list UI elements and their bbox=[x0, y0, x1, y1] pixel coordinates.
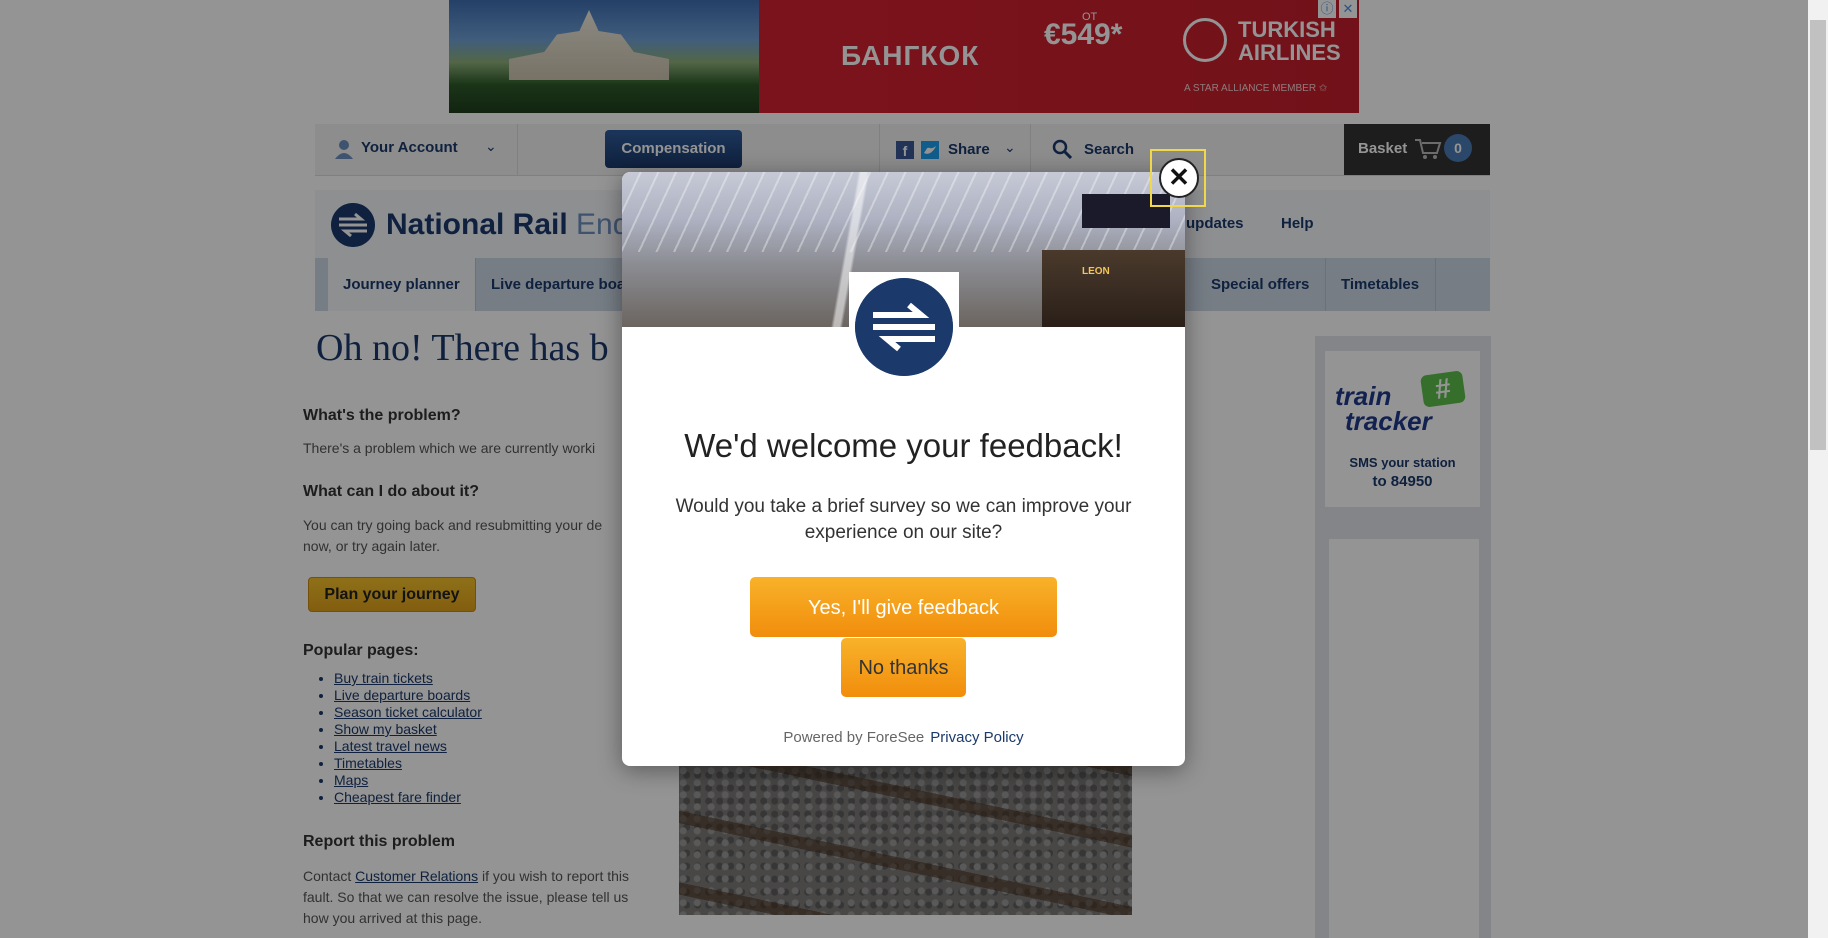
give-feedback-button[interactable]: Yes, I'll give feedback bbox=[750, 577, 1057, 637]
station-shop bbox=[1042, 250, 1185, 327]
modal-title: We'd welcome your feedback! bbox=[684, 427, 1123, 464]
modal-text: Would you take a brief survey so we can … bbox=[675, 496, 1132, 543]
close-icon[interactable]: ✕ bbox=[1159, 158, 1199, 198]
powered-by-text: Powered by ForeSee bbox=[783, 729, 925, 746]
powered-by: Powered by ForeSee Privacy Policy bbox=[622, 729, 1185, 746]
shop-sign: LEON bbox=[1082, 266, 1110, 277]
scrollbar-thumb[interactable] bbox=[1810, 20, 1826, 450]
privacy-policy-link[interactable]: Privacy Policy bbox=[930, 729, 1023, 746]
feedback-modal: LEON We'd welcome your feedback! Would y… bbox=[622, 172, 1185, 766]
no-thanks-button[interactable]: No thanks bbox=[841, 638, 966, 697]
national-rail-logo-icon bbox=[855, 278, 953, 376]
